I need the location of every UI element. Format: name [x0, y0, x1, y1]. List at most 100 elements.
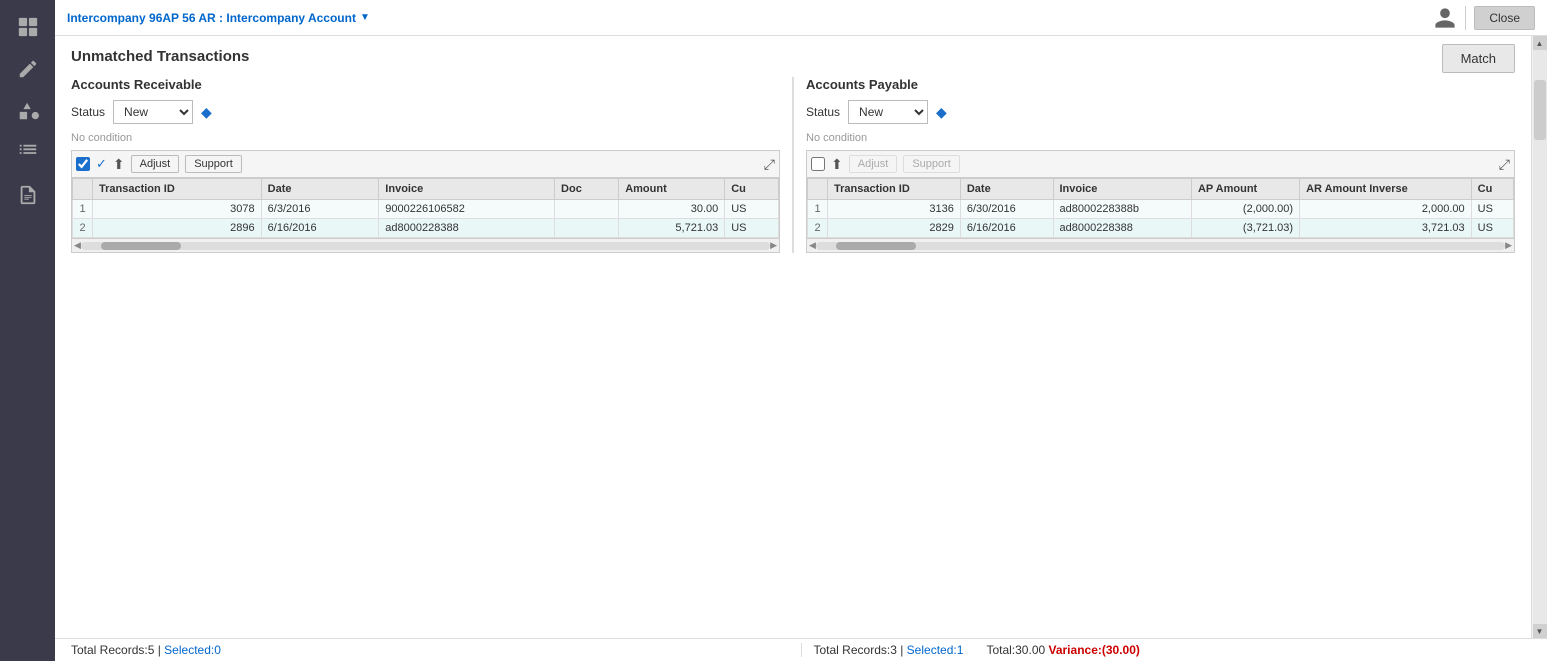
footer: Total Records:5 | Selected:0 Total Recor…: [55, 638, 1547, 661]
ar-check-icon: ✓: [96, 156, 107, 172]
sidebar-item-list[interactable]: [7, 134, 49, 172]
ap-panel: Accounts Payable Status New ◆ No conditi…: [793, 77, 1515, 253]
panels-container: Accounts Receivable Status New ◆ No cond…: [71, 77, 1515, 253]
ar-footer-text: Total Records:5 |: [71, 643, 164, 657]
content-inner: Unmatched Transactions Match Accounts Re…: [55, 36, 1531, 265]
ar-col-check: [73, 179, 93, 200]
ap-cu: US: [1471, 219, 1513, 238]
ap-expand-icon[interactable]: ⤢: [1499, 156, 1510, 173]
ar-table-toolbar: ✓ ⬆ Adjust Support ⤢: [71, 150, 780, 177]
ar-amount: 5,721.03: [619, 219, 725, 238]
ar-table-row[interactable]: 1 3078 6/3/2016 9000226106582 30.00 US: [73, 200, 779, 219]
ap-select-all-checkbox[interactable]: [811, 157, 825, 171]
ap-status-select[interactable]: New: [848, 100, 928, 124]
ap-table-wrapper: Transaction ID Date Invoice AP Amount AR…: [806, 177, 1515, 239]
main-scrollbar[interactable]: ▲ ▼: [1531, 36, 1547, 638]
ar-invoice: ad8000228388: [379, 219, 555, 238]
match-button[interactable]: Match: [1442, 44, 1515, 73]
ar-status-label: Status: [71, 105, 105, 119]
title-dropdown-arrow[interactable]: ▼: [360, 12, 370, 23]
ar-scroll-area[interactable]: ◀ ▶: [71, 239, 780, 253]
ar-cu: US: [725, 200, 779, 219]
ar-adjust-button[interactable]: Adjust: [131, 155, 180, 173]
ap-date: 6/16/2016: [960, 219, 1053, 238]
ar-upload-icon[interactable]: ⬆: [113, 156, 125, 173]
section-title: Unmatched Transactions: [71, 48, 1515, 65]
ap-col-invoice: Invoice: [1053, 179, 1191, 200]
ar-doc: [555, 200, 619, 219]
ar-scroll-track[interactable]: [81, 242, 770, 250]
ap-scroll-area[interactable]: ◀ ▶: [806, 239, 1515, 253]
ar-doc: [555, 219, 619, 238]
ap-footer-text: Total Records:3 |: [814, 643, 907, 657]
ar-expand-icon[interactable]: ⤢: [764, 156, 775, 173]
report-icon: [17, 184, 39, 206]
top-bar-right: Close: [1433, 6, 1535, 30]
ap-ap-amount: (2,000.00): [1191, 200, 1299, 219]
ap-scroll-track[interactable]: [816, 242, 1505, 250]
footer-panels: Total Records:5 | Selected:0 Total Recor…: [71, 643, 1531, 657]
scrollbar-track[interactable]: [1533, 50, 1547, 624]
ar-table: Transaction ID Date Invoice Doc Amount C…: [72, 178, 779, 238]
ar-filter-icon[interactable]: ◆: [201, 104, 212, 121]
ar-col-doc: Doc: [555, 179, 619, 200]
scroll-down-arrow[interactable]: ▼: [1533, 624, 1547, 638]
ar-date: 6/3/2016: [261, 200, 379, 219]
ar-status-select[interactable]: New: [113, 100, 193, 124]
close-button[interactable]: Close: [1474, 6, 1535, 30]
ar-col-amount: Amount: [619, 179, 725, 200]
ap-total-text: Total:30.00: [986, 643, 1048, 657]
sidebar-item-dashboard[interactable]: [7, 8, 49, 46]
top-bar: Intercompany 96AP 56 AR : Intercompany A…: [55, 0, 1547, 36]
ar-row-num: 2: [73, 219, 93, 238]
list-icon: [17, 142, 39, 164]
ar-select-all-checkbox[interactable]: [76, 157, 90, 171]
ar-table-row[interactable]: 2 2896 6/16/2016 ad8000228388 5,721.03 U…: [73, 219, 779, 238]
ar-selected-text: Selected:0: [164, 643, 221, 657]
ap-col-check: [808, 179, 828, 200]
ap-filter-row: Status New ◆: [806, 100, 1515, 124]
ap-ar-amount-inverse: 2,000.00: [1300, 200, 1472, 219]
ap-table-row[interactable]: 1 3136 6/30/2016 ad8000228388b (2,000.00…: [808, 200, 1514, 219]
shapes-icon: [17, 100, 39, 122]
ap-support-button[interactable]: Support: [903, 155, 960, 173]
ap-date: 6/30/2016: [960, 200, 1053, 219]
ar-table-body: 1 3078 6/3/2016 9000226106582 30.00 US 2…: [73, 200, 779, 238]
ap-cu: US: [1471, 200, 1513, 219]
ap-table-toolbar: ⬆ Adjust Support ⤢: [806, 150, 1515, 177]
ap-table: Transaction ID Date Invoice AP Amount AR…: [807, 178, 1514, 238]
ap-filter-icon[interactable]: ◆: [936, 104, 947, 121]
content-scroll: Unmatched Transactions Match Accounts Re…: [55, 36, 1531, 638]
footer-right: Total Records:3 | Selected:1 Total:30.00…: [801, 643, 1532, 657]
ap-transaction-id: 2829: [828, 219, 961, 238]
ar-col-date: Date: [261, 179, 379, 200]
scroll-up-arrow[interactable]: ▲: [1533, 36, 1547, 50]
ar-scroll-thumb: [101, 242, 181, 250]
ap-row-num: 1: [808, 200, 828, 219]
sidebar-item-shapes[interactable]: [7, 92, 49, 130]
ar-date: 6/16/2016: [261, 219, 379, 238]
ap-adjust-button[interactable]: Adjust: [849, 155, 898, 173]
ar-filter-row: Status New ◆: [71, 100, 780, 124]
ap-ap-amount: (3,721.03): [1191, 219, 1299, 238]
ap-scroll-thumb: [836, 242, 916, 250]
ar-cu: US: [725, 219, 779, 238]
ar-transaction-id: 2896: [93, 219, 262, 238]
sidebar-item-edit[interactable]: [7, 50, 49, 88]
sidebar-item-report[interactable]: [7, 176, 49, 214]
ar-panel: Accounts Receivable Status New ◆ No cond…: [71, 77, 793, 253]
dashboard-icon: [17, 16, 39, 38]
ap-col-cu: Cu: [1471, 179, 1513, 200]
ap-table-row[interactable]: 2 2829 6/16/2016 ad8000228388 (3,721.03)…: [808, 219, 1514, 238]
ap-panel-title: Accounts Payable: [806, 77, 1515, 92]
divider: [1465, 6, 1466, 30]
ar-col-transaction-id: Transaction ID: [93, 179, 262, 200]
ap-upload-icon[interactable]: ⬆: [831, 156, 843, 173]
ar-support-button[interactable]: Support: [185, 155, 242, 173]
main-content: Intercompany 96AP 56 AR : Intercompany A…: [55, 0, 1547, 661]
app-title-text: Intercompany 96AP 56 AR : Intercompany A…: [67, 11, 356, 25]
edit-icon: [17, 58, 39, 80]
scrollbar-thumb: [1534, 80, 1546, 140]
ar-col-cu: Cu: [725, 179, 779, 200]
app-title[interactable]: Intercompany 96AP 56 AR : Intercompany A…: [67, 11, 370, 25]
